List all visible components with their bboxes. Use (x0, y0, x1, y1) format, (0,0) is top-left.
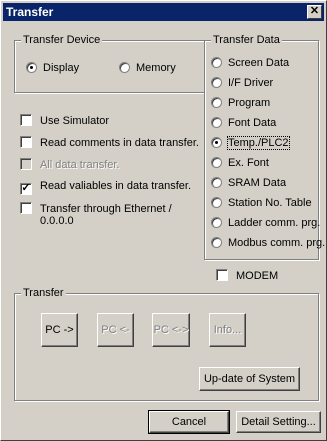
cancel-label: Cancel (171, 416, 207, 428)
radio-sram-data[interactable]: SRAM Data (211, 177, 286, 190)
radio-indicator[interactable] (211, 117, 222, 128)
pc-from-button: PC <- (97, 313, 134, 347)
radio-label: SRAM Data (228, 177, 287, 189)
read-variables-label: Read valiables in data transfer. (40, 180, 192, 192)
radio-label: Screen Data (228, 57, 290, 69)
pc-to-button[interactable]: PC -> (41, 313, 78, 347)
read-comments-label: Read comments in data transfer. (40, 137, 199, 149)
radio-indicator[interactable] (211, 237, 222, 248)
radio-program[interactable]: Program (211, 97, 270, 110)
checkbox-use-simulator[interactable]: Use Simulator (20, 114, 109, 128)
radio-station-no-table[interactable]: Station No. Table (211, 197, 312, 210)
info-label: Info... (213, 324, 242, 336)
detail-setting-button[interactable]: Detail Setting... (236, 411, 321, 433)
modem-label: MODEM (236, 270, 279, 282)
update-system-label: Up-date of System (203, 373, 296, 385)
radio-screen-data[interactable]: Screen Data (211, 57, 289, 70)
checkbox-box[interactable] (20, 202, 32, 214)
radio-memory-label: Memory (136, 62, 176, 74)
checkbox-read-comments[interactable]: Read comments in data transfer. (20, 136, 199, 150)
radio-indicator[interactable] (211, 177, 222, 188)
transfer-data-title: Transfer Data (211, 34, 282, 46)
window-title: Transfer (6, 5, 54, 19)
radio-modbus-comm[interactable]: Modbus comm. prg. (211, 237, 325, 250)
transfer-data-group: Transfer Data Screen Data I/F Driver Pro… (204, 34, 325, 260)
radio-ex-font[interactable]: Ex. Font (211, 157, 269, 170)
radio-font-data[interactable]: Font Data (211, 117, 276, 130)
update-system-button[interactable]: Up-date of System (199, 367, 300, 391)
title-bar: Transfer ✕ (3, 3, 324, 21)
info-button: Info... (209, 313, 246, 347)
close-icon[interactable]: ✕ (307, 5, 322, 19)
radio-indicator[interactable] (211, 197, 222, 208)
radio-indicator[interactable] (211, 97, 222, 108)
radio-display-label: Display (43, 62, 80, 74)
checkbox-modem[interactable]: MODEM (216, 269, 278, 283)
checkmark-icon[interactable]: ✓ (20, 183, 32, 195)
radio-display[interactable]: Display (26, 62, 79, 75)
radio-label: Station No. Table (228, 197, 312, 209)
checkbox-read-variables[interactable]: ✓ Read valiables in data transfer. (20, 180, 191, 195)
transfer-dialog: Transfer ✕ Transfer Device Display Memor… (0, 0, 327, 441)
radio-temp-plc2[interactable]: Temp./PLC2 (211, 136, 290, 150)
checkbox-box (20, 158, 32, 170)
radio-indicator[interactable] (211, 57, 222, 68)
pc-compare-button: PC <-> (152, 313, 190, 347)
all-data-transfer-label: All data transfer. (40, 159, 120, 171)
transfer-device-group: Transfer Device Display Memory (14, 34, 205, 93)
radio-if-driver[interactable]: I/F Driver (211, 77, 273, 90)
checkbox-box[interactable] (20, 136, 32, 148)
radio-indicator[interactable] (211, 157, 222, 168)
ethernet-label: Transfer through Ethernet / (40, 203, 172, 215)
radio-label: Modbus comm. prg. (228, 237, 326, 249)
use-simulator-label: Use Simulator (40, 115, 110, 127)
checkbox-box[interactable] (216, 269, 228, 281)
checkbox-all-data-transfer: All data transfer. (20, 158, 120, 172)
radio-ladder-comm[interactable]: Ladder comm. prg. (211, 217, 320, 230)
checkbox-ethernet[interactable]: Transfer through Ethernet / (20, 202, 172, 216)
checkbox-box[interactable] (20, 114, 32, 126)
pc-compare-label: PC <-> (153, 324, 189, 336)
detail-setting-label: Detail Setting... (241, 416, 316, 428)
radio-label: Ex. Font (228, 157, 269, 169)
pc-from-label: PC <- (101, 324, 130, 336)
cancel-button[interactable]: Cancel (148, 410, 230, 434)
radio-label: Font Data (228, 117, 277, 129)
transfer-device-title: Transfer Device (21, 34, 103, 46)
pc-to-label: PC -> (45, 324, 74, 336)
radio-memory[interactable]: Memory (119, 62, 176, 75)
radio-label: Temp./PLC2 (227, 136, 290, 150)
radio-indicator[interactable] (211, 217, 222, 228)
radio-label: Program (228, 97, 271, 109)
radio-indicator[interactable] (211, 77, 222, 88)
radio-indicator[interactable] (211, 137, 222, 148)
transfer-title: Transfer (21, 287, 66, 299)
radio-label: Ladder comm. prg. (228, 217, 321, 229)
ethernet-address: 0.0.0.0 (40, 215, 74, 227)
radio-indicator[interactable] (119, 62, 130, 73)
transfer-group: Transfer PC -> PC <- PC <-> Info... Up-d… (14, 287, 319, 401)
radio-label: I/F Driver (228, 77, 274, 89)
radio-indicator[interactable] (26, 62, 37, 73)
